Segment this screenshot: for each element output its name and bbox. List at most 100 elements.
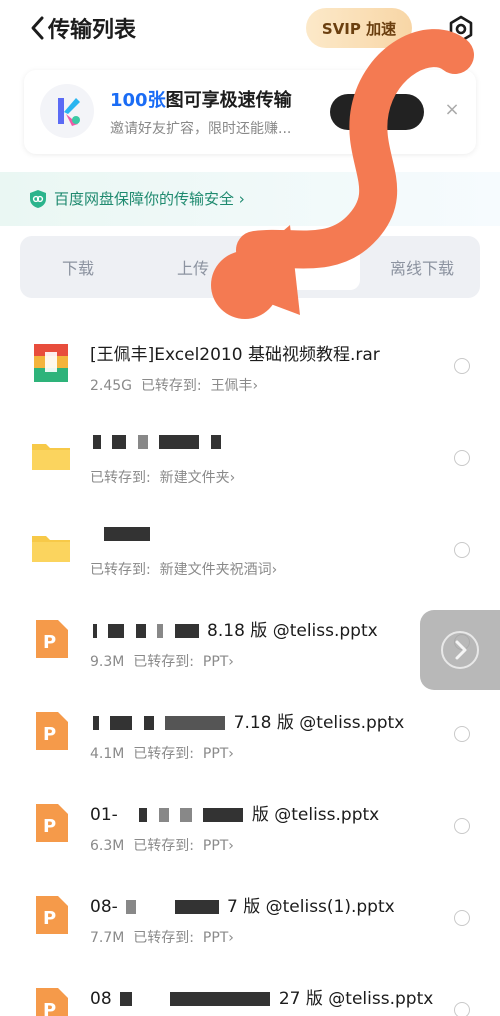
dest-prefix: 已转存到: [133, 930, 194, 946]
file-name-tail: 7 版 @teliss(1).pptx [227, 897, 395, 917]
select-radio[interactable] [454, 910, 470, 926]
file-name-head: 01- [90, 805, 118, 825]
select-radio[interactable] [454, 450, 470, 466]
redaction [157, 624, 164, 638]
folder-icon [30, 434, 72, 476]
dest-prefix: 已转存到: [133, 654, 194, 670]
file-name-tail: 版 @teliss.pptx [251, 805, 380, 825]
tab-active[interactable] [248, 244, 360, 290]
ppt-icon: P [30, 894, 72, 936]
redaction [170, 992, 271, 1006]
dest-link[interactable]: PPT› [203, 930, 234, 946]
redaction [104, 527, 150, 541]
file-name-head: 08- [90, 897, 118, 917]
tab-download[interactable]: 下载 [22, 244, 134, 290]
list-item[interactable]: P 7.18 版 @teliss.pptx 4.1M 已转存到: PPT› [0, 686, 500, 778]
close-icon[interactable]: × [440, 98, 464, 122]
redaction [93, 716, 99, 730]
file-name: 7.18 版 @teliss.pptx [90, 708, 440, 733]
redaction [137, 435, 148, 449]
dest-link[interactable]: 新建文件夹祝酒词› [160, 562, 278, 578]
file-name-head: 08 [90, 989, 112, 1009]
file-name-tail: 8.18 版 @teliss.pptx [207, 621, 378, 641]
svg-text:P: P [43, 724, 56, 745]
promo-action-button[interactable] [330, 94, 424, 130]
file-name: 08- 7 版 @teliss(1).pptx [90, 892, 440, 917]
file-name: 08 27 版 @teliss.pptx [90, 984, 440, 1009]
redaction [159, 435, 200, 449]
file-name-tail: 27 版 @teliss.pptx [278, 989, 434, 1009]
file-meta: 6.3M 已转存到: PPT› [90, 835, 234, 855]
file-meta: 9.3M 已转存到: PPT› [90, 651, 234, 671]
select-radio[interactable] [454, 818, 470, 834]
tab-upload[interactable]: 上传 [137, 244, 249, 290]
list-item[interactable]: 已转存到: 新建文件夹祝酒词› [0, 502, 500, 594]
dest-link[interactable]: 王佩丰› [211, 378, 259, 394]
security-label: 百度网盘保障你的传输安全 [54, 190, 235, 208]
ppt-icon: P [30, 710, 72, 752]
select-radio[interactable] [454, 542, 470, 558]
redaction [135, 624, 146, 638]
svg-text:P: P [43, 816, 56, 837]
redaction [203, 808, 244, 822]
list-item[interactable]: P 08 27 版 @teliss.pptx [0, 962, 500, 1016]
gear-icon [449, 15, 473, 43]
promo-highlight: 100张 [110, 90, 166, 111]
floating-side-handle[interactable] [420, 610, 500, 690]
redaction [174, 900, 219, 914]
ppt-icon: P [30, 986, 72, 1016]
tab-offline-download[interactable]: 离线下载 [366, 244, 478, 290]
file-size: 9.3M [90, 654, 125, 670]
redaction [158, 808, 169, 822]
dest-prefix: 已转存到: [133, 746, 194, 762]
redaction [110, 716, 133, 730]
settings-button[interactable] [446, 14, 476, 44]
file-meta: 已转存到: 新建文件夹祝酒词› [90, 559, 277, 579]
redaction [108, 624, 125, 638]
top-bar: 传输列表 SVIP 加速 [0, 0, 500, 58]
ppt-icon: P [30, 618, 72, 660]
list-item[interactable]: P 01- 版 @teliss.pptx 6.3M 已转存到: PPT› [0, 778, 500, 870]
file-size: 6.3M [90, 838, 125, 854]
page-title: 传输列表 [48, 18, 137, 43]
file-size: 7.7M [90, 930, 125, 946]
file-name: 8.18 版 @teliss.pptx [90, 616, 440, 641]
file-meta: 4.1M 已转存到: PPT› [90, 743, 234, 763]
dest-link[interactable]: PPT› [203, 746, 234, 762]
redaction [120, 992, 133, 1006]
redaction [210, 435, 221, 449]
list-item[interactable]: P 08- 7 版 @teliss(1).pptx 7.7M 已转存到: PPT… [0, 870, 500, 962]
dest-link[interactable]: 新建文件夹› [160, 470, 236, 486]
promo-title-text: 图可享极速传输 [165, 90, 292, 111]
security-banner[interactable]: 百度网盘保障你的传输安全 › [0, 172, 500, 226]
redaction [174, 624, 199, 638]
ppt-icon: P [30, 802, 72, 844]
shield-icon [28, 189, 48, 209]
select-radio[interactable] [454, 358, 470, 374]
redaction [93, 624, 97, 638]
promo-card[interactable]: 100张图可享极速传输 邀请好友扩容，限时还能赚... × [24, 70, 476, 154]
svip-speedup-button[interactable]: SVIP 加速 [306, 8, 412, 48]
promo-subtitle: 邀请好友扩容，限时还能赚... [110, 121, 292, 137]
redaction [165, 716, 226, 730]
transfer-tabs: 下载 上传 离线下载 [20, 236, 480, 298]
app-logo-icon [40, 84, 94, 138]
select-radio[interactable] [454, 726, 470, 742]
file-name: 01- 版 @teliss.pptx [90, 800, 440, 825]
svg-text:P: P [43, 908, 56, 929]
chevron-right-icon: › [238, 190, 245, 208]
select-radio[interactable] [454, 1002, 470, 1016]
list-item[interactable]: 已转存到: 新建文件夹› [0, 410, 500, 502]
redaction [126, 900, 137, 914]
dest-prefix: 已转存到: [90, 562, 151, 578]
dest-link[interactable]: PPT› [203, 654, 234, 670]
redaction [143, 716, 154, 730]
file-name-tail: 7.18 版 @teliss.pptx [233, 713, 405, 733]
redaction [112, 435, 127, 449]
file-size: 4.1M [90, 746, 125, 762]
dest-link[interactable]: PPT› [203, 838, 234, 854]
file-name: [王佩丰]Excel2010 基础视频教程.rar [90, 345, 380, 365]
redaction [93, 435, 101, 449]
list-item[interactable]: [王佩丰]Excel2010 基础视频教程.rar 2.45G 已转存到: 王佩… [0, 318, 500, 410]
file-size: 2.45G [90, 378, 133, 394]
